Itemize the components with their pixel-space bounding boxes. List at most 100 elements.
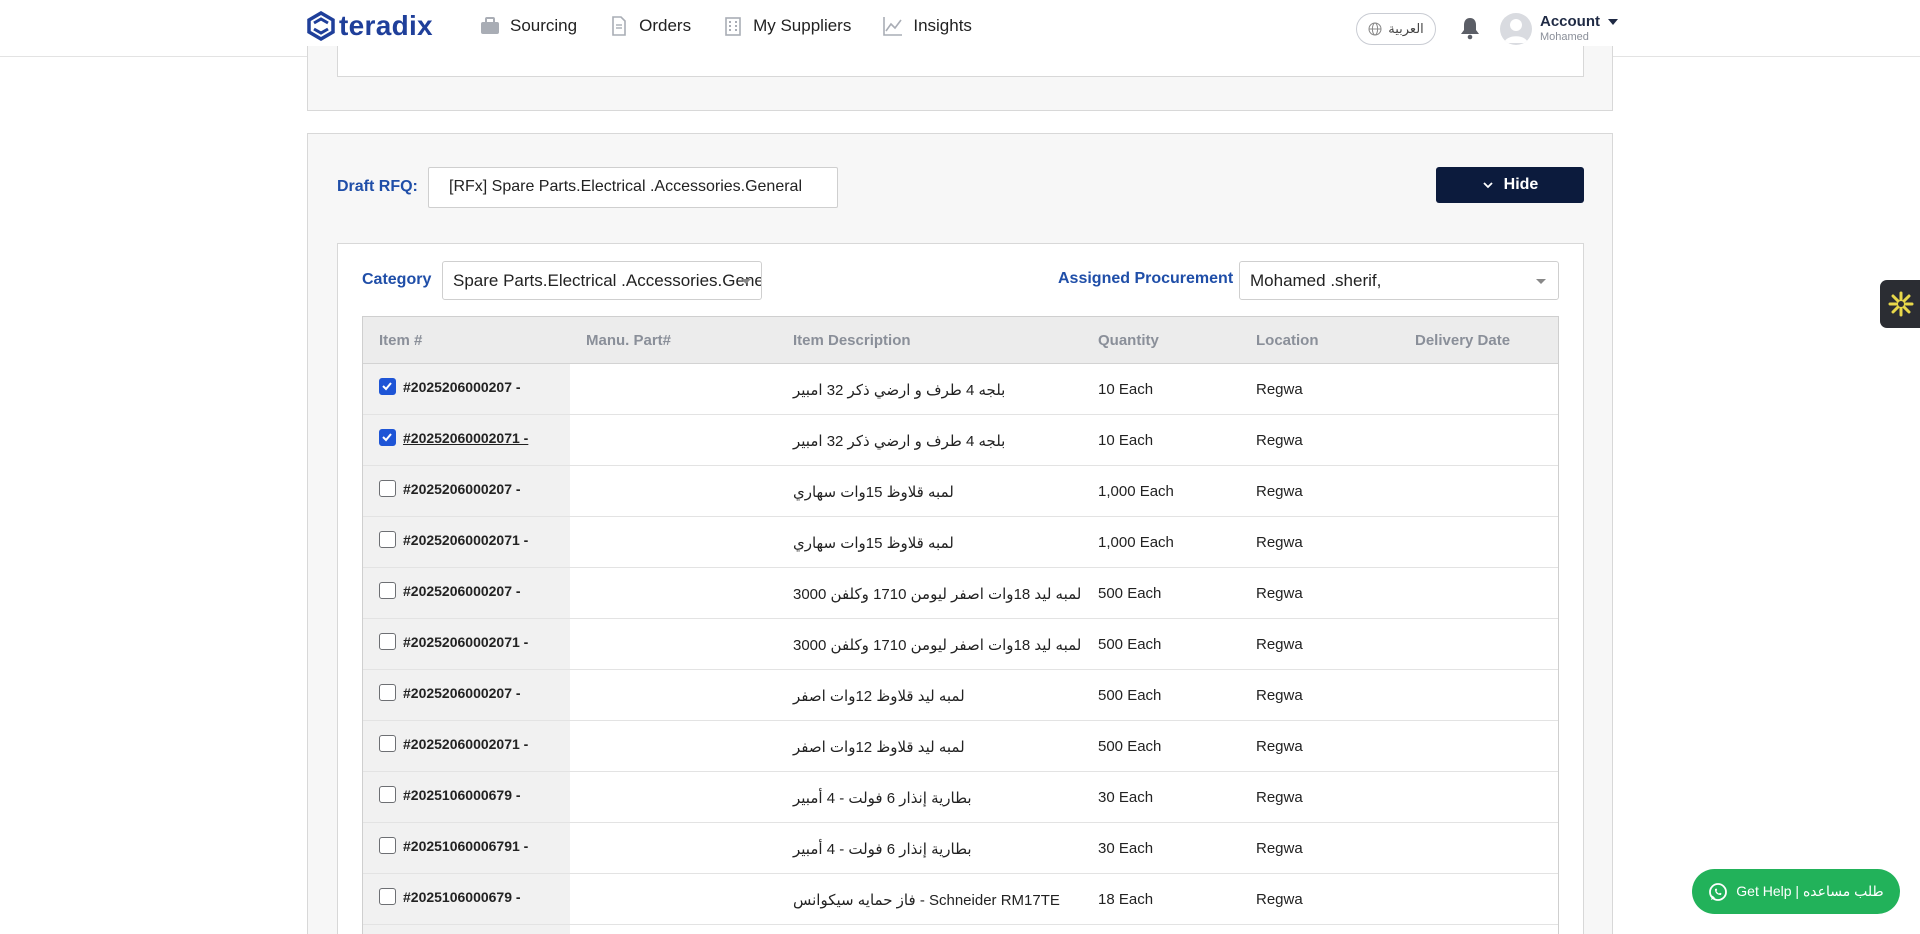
assigned-procurement-value: Mohamed .sherif,	[1250, 271, 1382, 290]
table-row: #20252060002071 - بلجه 4 طرف و ارضي ذكر 3…	[363, 415, 1558, 466]
item-description-cell: لمبه ليد قلاوظ 12وات اصفر	[793, 688, 965, 705]
category-label: Category	[362, 271, 432, 288]
location-cell: Regwa	[1256, 534, 1303, 551]
briefcase-icon	[481, 17, 499, 34]
table-row: #20252060002071 - لمبه ليد 18وات اصفر ليو…	[363, 619, 1558, 670]
document-icon	[612, 16, 626, 36]
location-cell: Regwa	[1256, 636, 1303, 653]
item-description-cell: لمبه قلاوظ 15وات سهاري	[793, 535, 954, 552]
row-select-checkbox[interactable]	[379, 684, 396, 701]
item-number-link[interactable]: #2025206000207 -	[403, 481, 521, 497]
language-toggle[interactable]: العربية	[1356, 13, 1436, 45]
previous-section-inner	[337, 46, 1584, 77]
caret-down-icon	[1608, 18, 1618, 25]
location-cell: Regwa	[1256, 432, 1303, 449]
side-assistant-widget[interactable]	[1880, 280, 1920, 328]
quantity-cell: 10 Each	[1098, 381, 1154, 398]
assigned-procurement-select[interactable]: Mohamed .sherif,	[1239, 261, 1559, 300]
get-help-button[interactable]: Get Help | طلب مساعده	[1692, 869, 1900, 914]
user-icon	[1504, 19, 1528, 43]
item-number-link[interactable]: #20252060002071 -	[403, 430, 528, 446]
account-title: Account	[1540, 13, 1600, 30]
nav-item-sourcing[interactable]: Sourcing	[480, 16, 577, 36]
location-cell: Regwa	[1256, 891, 1303, 908]
item-description-cell: لمبه ليد 18وات اصفر ليومن 1710 وكلفن 300…	[793, 637, 1082, 654]
bell-icon[interactable]	[1458, 16, 1482, 40]
table-row: #2025206000207 - لمبه ليد 18وات اصفر ليوم…	[363, 568, 1558, 619]
item-number-link[interactable]: #20251060006791 -	[403, 838, 528, 854]
row-select-checkbox[interactable]	[379, 378, 396, 395]
row-select-checkbox[interactable]	[379, 735, 396, 752]
category-select[interactable]: Spare Parts.Electrical .Accessories.Gene…	[442, 261, 762, 300]
row-select-checkbox[interactable]	[379, 837, 396, 854]
row-select-checkbox[interactable]	[379, 633, 396, 650]
row-select-checkbox[interactable]	[379, 582, 396, 599]
teradix-logo[interactable]: teradix	[307, 10, 433, 42]
location-cell: Regwa	[1256, 687, 1303, 704]
nav-item-label: Insights	[913, 16, 972, 35]
checkmark-icon	[382, 382, 392, 391]
building-icon	[725, 17, 741, 36]
main-nav: Sourcing Orders My Suppliers Insights	[480, 16, 972, 36]
table-row: #2025106000679 - بطارية إنذار 6 فولت - 4 …	[363, 772, 1558, 823]
sparkle-icon	[1888, 291, 1914, 317]
nav-item-label: Orders	[639, 16, 692, 35]
row-select-checkbox[interactable]	[379, 429, 396, 446]
chart-icon	[883, 17, 903, 36]
table-row: #2025206000207 - بلجه 4 طرف و ارضي ذكر 32…	[363, 364, 1558, 415]
caret-down-icon	[741, 279, 751, 284]
location-cell: Regwa	[1256, 738, 1303, 755]
quantity-cell: 30 Each	[1098, 789, 1154, 806]
location-cell: Regwa	[1256, 789, 1303, 806]
row-select-checkbox[interactable]	[379, 888, 396, 905]
get-help-label: Get Help | طلب مساعده	[1736, 883, 1884, 899]
quantity-cell: 500 Each	[1098, 687, 1162, 704]
hide-button-label: Hide	[1503, 176, 1539, 193]
hide-button[interactable]: Hide	[1436, 167, 1584, 203]
avatar[interactable]	[1500, 13, 1532, 45]
quantity-cell: 30 Each	[1098, 840, 1154, 857]
nav-item-my-suppliers[interactable]: My Suppliers	[723, 16, 851, 36]
checkmark-icon	[382, 433, 392, 442]
table-row: #2025206000207 - لمبه قلاوظ 15وات سهاري 1,…	[363, 466, 1558, 517]
account-menu[interactable]: Account Mohamed	[1540, 13, 1618, 43]
quantity-cell: 10 Each	[1098, 432, 1154, 449]
draft-rfq-name-input[interactable]: [RFx] Spare Parts.Electrical .Accessorie…	[428, 167, 838, 208]
item-description-cell: لمبه ليد 18وات اصفر ليومن 1710 وكلفن 300…	[793, 586, 1082, 603]
column-header-delivery-date: Delivery Date	[1415, 332, 1511, 349]
item-number-link[interactable]: #2025206000207 -	[403, 379, 521, 395]
nav-item-insights[interactable]: Insights	[883, 16, 972, 36]
quantity-cell: 1,000 Each	[1098, 483, 1174, 500]
column-header-location: Location	[1256, 332, 1319, 349]
row-select-checkbox[interactable]	[379, 480, 396, 497]
quantity-cell: 1,000 Each	[1098, 534, 1174, 551]
item-number-link[interactable]: #2025206000207 -	[403, 685, 521, 701]
item-description-cell: بطارية إنذار 6 فولت - 4 أمبير	[793, 841, 972, 858]
nav-item-label: Sourcing	[510, 16, 578, 35]
location-cell: Regwa	[1256, 381, 1303, 398]
item-number-link[interactable]: #2025106000679 -	[403, 889, 521, 905]
chevron-down-icon	[1483, 182, 1493, 189]
item-number-link[interactable]: #2025106000679 -	[403, 787, 521, 803]
table-row: #20251060006791 - بطارية إنذار 6 فولت - 4…	[363, 823, 1558, 874]
quantity-cell: 500 Each	[1098, 585, 1162, 602]
assigned-procurement-label: Assigned Procurement	[1058, 270, 1234, 287]
globe-icon	[1368, 22, 1382, 36]
item-description-cell: بطارية إنذار 6 فولت - 4 أمبير	[793, 790, 972, 807]
row-select-checkbox[interactable]	[379, 786, 396, 803]
teradix-logo-icon	[307, 11, 335, 41]
table-header: Item # Manu. Part# Item Description Quan…	[363, 317, 1558, 364]
column-header-item: Item #	[379, 332, 423, 349]
item-number-link[interactable]: #20252060002071 -	[403, 634, 528, 650]
row-select-checkbox[interactable]	[379, 531, 396, 548]
account-user-name: Mohamed	[1540, 31, 1589, 43]
item-number-link[interactable]: #2025206000207 -	[403, 583, 521, 599]
table-row: #20252060002071 - لمبه قلاوظ 15وات سهاري 1…	[363, 517, 1558, 568]
location-cell: Regwa	[1256, 585, 1303, 602]
nav-item-orders[interactable]: Orders	[609, 16, 691, 36]
item-number-link[interactable]: #20252060002071 -	[403, 532, 528, 548]
item-number-link[interactable]: #20252060002071 -	[403, 736, 528, 752]
column-header-manu-part: Manu. Part#	[586, 332, 672, 349]
category-value: Spare Parts.Electrical .Accessories.Gene…	[453, 271, 762, 290]
nav-item-label: My Suppliers	[753, 16, 852, 35]
